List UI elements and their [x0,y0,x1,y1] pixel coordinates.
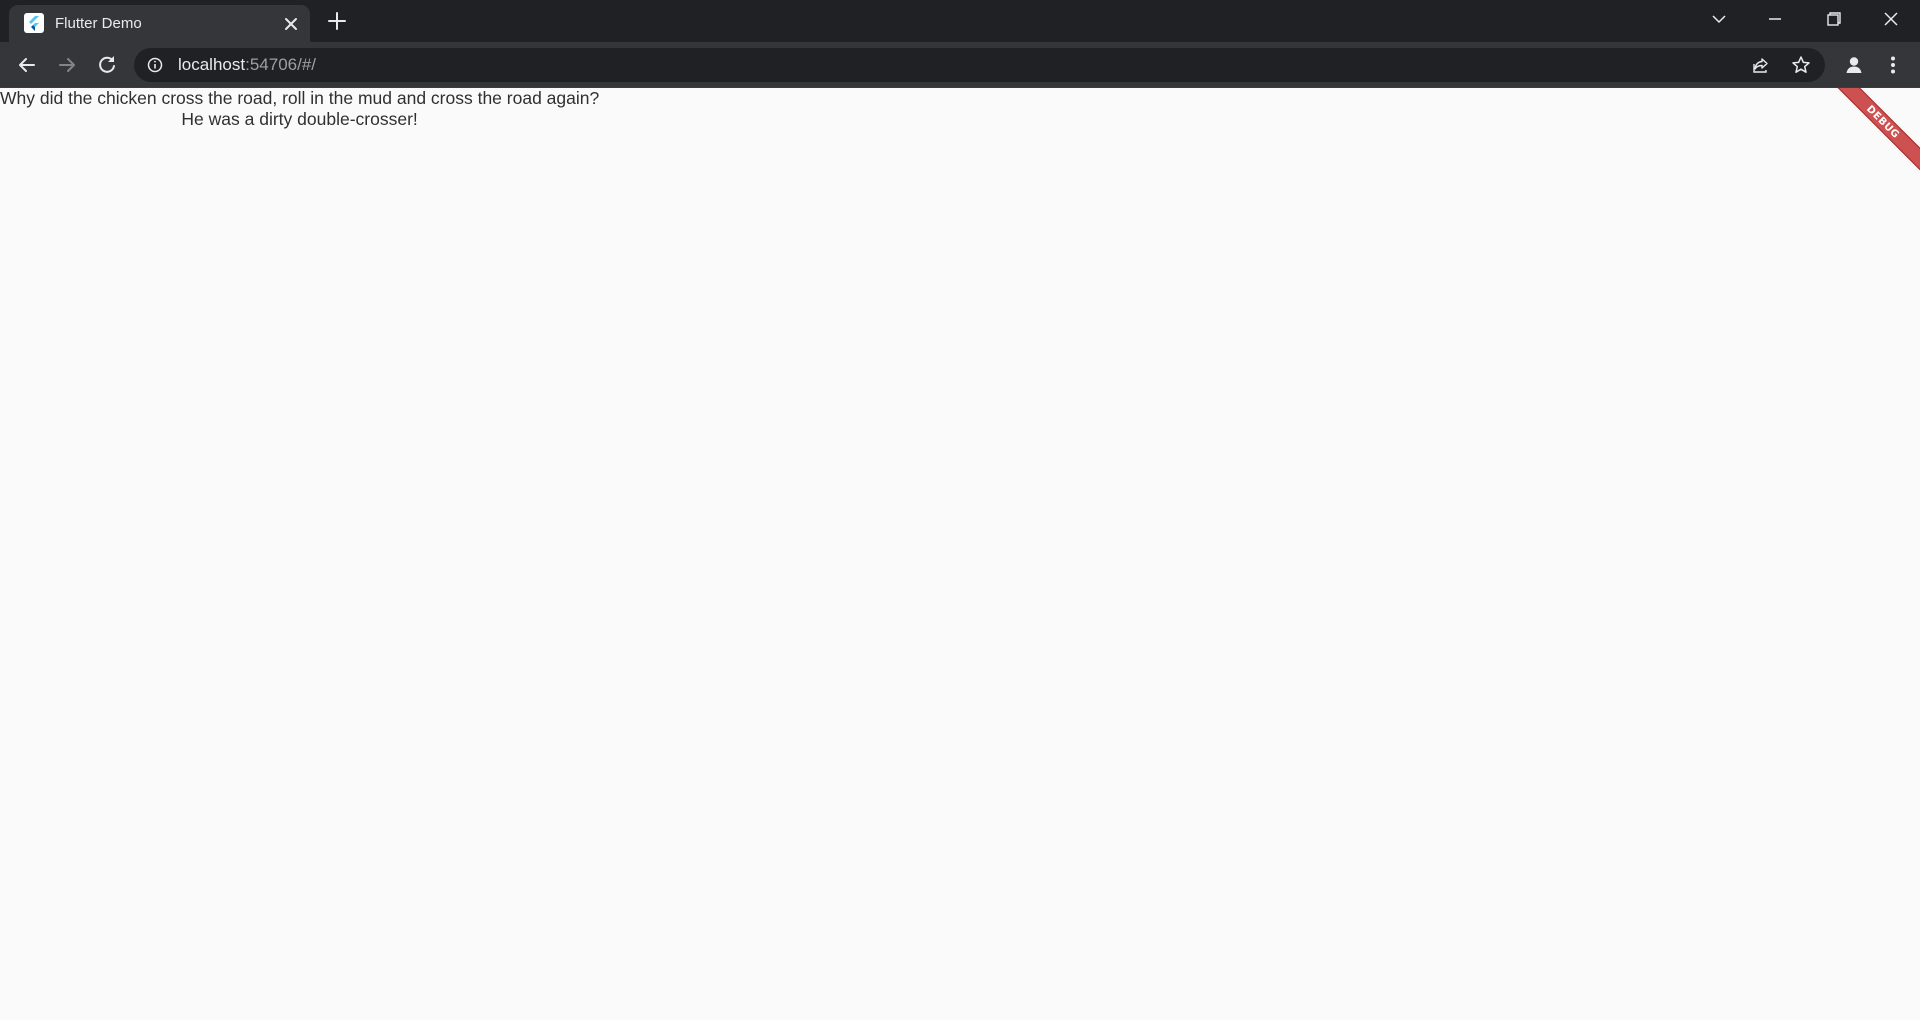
new-tab-icon[interactable] [326,10,348,32]
profile-avatar-icon[interactable] [1841,52,1867,78]
minimize-icon[interactable] [1760,7,1790,31]
url-path: :54706/#/ [245,55,317,74]
browser-tab[interactable]: Flutter Demo [9,5,310,42]
address-bar[interactable]: localhost:54706/#/ [134,48,1825,82]
url-host: localhost [178,55,246,74]
back-arrow-icon[interactable] [14,52,40,78]
browser-tabstrip: Flutter Demo [0,0,1920,42]
flutter-logo-icon [24,13,44,33]
page-viewport: Why did the chicken cross the road, roll… [0,88,1920,1020]
browser-toolbar: localhost:54706/#/ [0,42,1920,88]
share-icon[interactable] [1750,54,1772,76]
joke-text: Why did the chicken cross the road, roll… [0,88,599,130]
bookmark-star-icon[interactable] [1790,54,1812,76]
forward-arrow-icon[interactable] [54,52,80,78]
close-window-icon[interactable] [1876,7,1906,31]
debug-banner: DEBUG [1824,88,1920,181]
joke-answer: He was a dirty double-crosser! [181,109,418,129]
tab-title: Flutter Demo [55,15,142,32]
joke-question: Why did the chicken cross the road, roll… [0,88,600,108]
tab-search-chevron-icon[interactable] [1704,7,1734,31]
address-url[interactable]: localhost:54706/#/ [178,55,316,75]
restore-window-icon[interactable] [1818,7,1848,31]
tab-close-icon[interactable] [281,14,301,34]
site-info-icon[interactable] [146,56,164,74]
reload-icon[interactable] [94,52,120,78]
kebab-menu-icon[interactable] [1880,52,1906,78]
